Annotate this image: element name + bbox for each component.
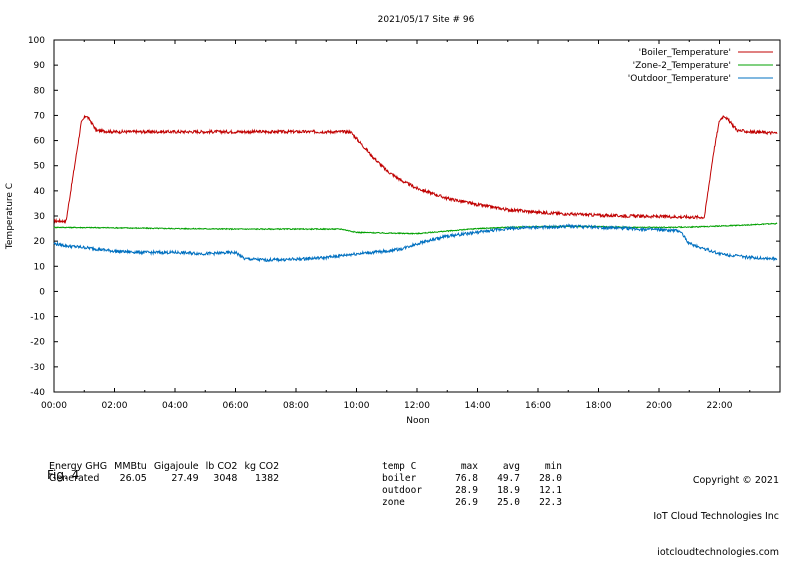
y-tick-label: 0 <box>39 287 45 297</box>
temperature-chart: 2021/05/17 Site # 96 -40 -30 -20 -10 0 10 20 30… <box>5 15 781 426</box>
x-tick-label: 16:00 <box>525 401 551 411</box>
legend-label: 'Zone-2_Temperature' <box>633 61 731 71</box>
y-tick-label: 30 <box>34 212 46 222</box>
temp-value-cell: 28.0 <box>539 473 562 484</box>
x-tick-label: 06:00 <box>223 401 249 411</box>
y-tick-label: 80 <box>34 86 46 96</box>
x-tick-label: 14:00 <box>465 401 491 411</box>
x-tick-label: 12:00 <box>404 401 430 411</box>
temp-value-cell: 76.8 <box>455 473 478 484</box>
y-tick-label: -40 <box>30 388 45 398</box>
y-tick-label: 40 <box>34 187 46 197</box>
y-axis-label: Temperature C <box>5 183 15 250</box>
temp-row-label: boiler <box>382 473 417 484</box>
series-line-0 <box>53 114 778 224</box>
table-row: zone 26.9 25.0 22.3 <box>382 497 562 509</box>
x-tick-label: 02:00 <box>102 401 128 411</box>
temp-header-cell: min <box>544 461 562 472</box>
temp-header-cell: avg <box>502 461 520 472</box>
x-tick-label: 10:00 <box>344 401 370 411</box>
energy-value-cell: 27.49 <box>171 473 199 484</box>
copyright-block: Copyright © 2021 IoT Cloud Technologies … <box>653 451 779 571</box>
energy-value-cell: 1382 <box>255 473 280 484</box>
temp-row-label: outdoor <box>382 485 423 496</box>
x-tick-label: 18:00 <box>586 401 612 411</box>
y-tick-label: 60 <box>34 137 46 147</box>
x-tick-label: 08:00 <box>283 401 309 411</box>
temp-header-cell: max <box>460 461 478 472</box>
y-tick-label: 70 <box>34 111 46 121</box>
y-tick-label: 10 <box>34 262 46 272</box>
temp-header-cell: temp C <box>382 461 417 472</box>
y-tick-label: 50 <box>34 162 46 172</box>
energy-ghg-table: Energy GHG MMBtu Gigajoule lb CO2 kg CO2… <box>49 437 286 497</box>
energy-header-cell: Gigajoule <box>153 461 199 472</box>
plot-frame <box>53 39 781 393</box>
x-tick-label: 04:00 <box>162 401 188 411</box>
energy-header-cell: kg CO2 <box>244 461 280 472</box>
energy-value-cell: 3048 <box>213 473 238 484</box>
company-website: iotcloudtechnologies.com <box>657 547 779 558</box>
energy-value-cell: 26.05 <box>119 473 147 484</box>
temp-row-label: zone <box>382 497 405 508</box>
legend-label: 'Outdoor_Temperature' <box>628 74 731 84</box>
x-tick-label: 22:00 <box>707 401 733 411</box>
x-tick-label: 00:00 <box>41 401 67 411</box>
legend: 'Boiler_Temperature' 'Zone-2_Temperature'… <box>628 48 773 84</box>
temp-value-cell: 22.3 <box>539 497 562 508</box>
table-row: boiler 76.8 49.7 28.0 <box>382 473 562 485</box>
x-axis: 00:00 02:00 04:00 06:00 08:00 10:00 12:00 14:00… <box>41 40 781 411</box>
chart-title: 2021/05/17 Site # 96 <box>378 15 475 25</box>
temp-value-cell: 25.0 <box>497 497 520 508</box>
energy-header-cell: MMBtu <box>114 461 147 472</box>
temp-value-cell: 12.1 <box>539 485 562 496</box>
y-tick-label: -30 <box>30 363 45 373</box>
y-tick-label: 100 <box>28 36 45 46</box>
table-row: outdoor 28.9 18.9 12.1 <box>382 485 562 497</box>
y-tick-label: -10 <box>30 313 45 323</box>
y-tick-label: -20 <box>30 338 45 348</box>
series-line-2 <box>53 223 778 263</box>
series-lines <box>53 114 778 263</box>
x-axis-label: Noon <box>406 416 429 426</box>
energy-header-cell: lb CO2 <box>205 461 238 472</box>
figure-label: Fig. 4 <box>47 468 80 482</box>
temp-value-cell: 49.7 <box>497 473 520 484</box>
temp-value-cell: 28.9 <box>455 485 478 496</box>
copyright-line: Copyright © 2021 <box>692 475 779 486</box>
y-tick-label: 20 <box>34 237 46 247</box>
temperature-summary-table: temp C max avg min boiler 76.8 49.7 28.0… <box>382 437 562 521</box>
legend-label: 'Boiler_Temperature' <box>639 48 731 58</box>
temp-value-cell: 18.9 <box>497 485 520 496</box>
y-tick-label: 90 <box>34 61 46 71</box>
x-tick-label: 20:00 <box>646 401 672 411</box>
company-name: IoT Cloud Technologies Inc <box>653 511 779 522</box>
temp-value-cell: 26.9 <box>455 497 478 508</box>
